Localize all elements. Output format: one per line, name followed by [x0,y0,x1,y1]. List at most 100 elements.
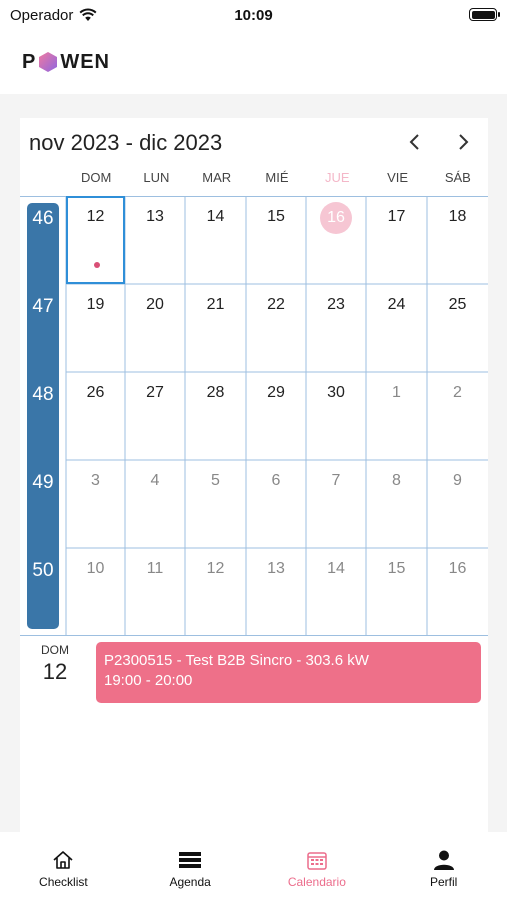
day-number: 15 [387,560,406,577]
weekday-label: MAR [202,170,232,185]
tab-calendario[interactable]: Calendario [254,832,381,900]
event-time: 19:00 - 20:00 [104,672,193,689]
day-cell[interactable]: 14 [185,196,246,284]
event-card[interactable]: P2300515 - Test B2B Sincro - 303.6 kW 19… [96,642,481,703]
agenda-day-name: DOM [41,643,69,657]
day-number: 3 [91,472,100,489]
day-number: 17 [387,208,406,225]
day-cell[interactable]: 9 [427,460,488,548]
day-cell[interactable]: 19 [66,284,125,372]
day-number: 13 [146,208,164,225]
weekday-header: DOM LUN MAR MIÉ JUE VIE SÁB [66,170,488,196]
day-cell[interactable]: 5 [185,460,246,548]
event-title: P2300515 - Test B2B Sincro - 303.6 kW [104,652,369,669]
tab-checklist-label: Checklist [39,875,88,889]
day-cell[interactable]: 13 [125,196,185,284]
day-cell[interactable]: 24 [366,284,427,372]
person-icon [433,850,454,870]
day-number: 9 [453,472,462,489]
tab-perfil[interactable]: Perfil [380,832,507,900]
tab-bar: Checklist Agenda Calendario Perfil [0,832,507,900]
weekday-label: SÁB [444,170,471,185]
day-cell[interactable]: 14 [306,548,366,636]
day-cell[interactable]: 10 [66,548,125,636]
event-indicator-dot [94,262,100,268]
day-cell[interactable]: 27 [125,372,185,460]
day-number: 1 [392,384,401,401]
day-cell[interactable]: 13 [246,548,306,636]
day-cell[interactable]: 15 [246,196,306,284]
tab-calendario-label: Calendario [287,875,346,889]
day-cell[interactable]: 2 [427,372,488,460]
day-cell[interactable]: 22 [246,284,306,372]
day-cell[interactable]: 11 [125,548,185,636]
chevron-left-icon [409,134,419,150]
day-cell[interactable]: 23 [306,284,366,372]
day-cell[interactable]: 4 [125,460,185,548]
previous-period-button[interactable] [403,130,427,154]
day-number: 2 [453,384,462,401]
day-cell[interactable]: 8 [366,460,427,548]
day-cell[interactable]: 3 [66,460,125,548]
tab-perfil-label: Perfil [429,875,458,889]
tab-agenda[interactable]: Agenda [127,832,254,900]
day-cell[interactable]: 17 [366,196,427,284]
day-cell[interactable]: 18 [427,196,488,284]
weekday-label: JUE [324,170,350,185]
agenda-date: DOM 12 [40,643,70,685]
day-cell[interactable]: 6 [246,460,306,548]
day-number: 14 [327,560,345,577]
day-number: 23 [327,296,345,313]
logo-letters-wen: WEN [60,50,111,73]
day-number: 24 [387,296,406,313]
today-day-number: 16 [320,202,352,234]
day-number: 10 [86,560,105,577]
day-number: 19 [86,296,105,313]
day-cell[interactable]: 12 [185,548,246,636]
day-number: 28 [206,384,225,401]
day-cell[interactable]: 21 [185,284,246,372]
battery-icon [469,8,500,21]
day-cell[interactable]: 30 [306,372,366,460]
day-cell[interactable]: 15 [366,548,427,636]
day-cell[interactable]: 16 [427,548,488,636]
hexagon-logo-icon [39,52,58,72]
tab-checklist[interactable]: Checklist [0,832,127,900]
day-number: 27 [146,384,164,401]
chevron-right-icon [459,134,469,150]
day-cell[interactable]: 12 [66,196,125,284]
calendar-range-title: nov 2023 - dic 2023 [29,130,223,155]
day-cell[interactable]: 26 [66,372,125,460]
day-number: 26 [86,384,105,401]
day-number: 13 [267,560,285,577]
day-number: 8 [392,472,401,489]
day-cell[interactable]: 1 [366,372,427,460]
day-number: 12 [86,208,105,225]
day-cell[interactable]: 20 [125,284,185,372]
agenda-day-number: 12 [42,659,68,684]
day-cell[interactable]: 29 [246,372,306,460]
day-cell[interactable]: 16 [306,196,366,284]
day-number: 29 [267,384,285,401]
app-logo: P WEN [22,51,110,74]
day-number: 5 [211,472,220,489]
day-cell[interactable]: 28 [185,372,246,460]
day-number: 11 [146,560,164,577]
weekday-label: VIE [387,170,409,185]
day-number: 14 [206,208,225,225]
day-number: 20 [146,296,164,313]
weekday-label: DOM [80,170,112,185]
weekday-label: MIÉ [265,170,289,185]
day-cell[interactable]: 7 [306,460,366,548]
day-number: 22 [267,296,285,313]
tab-agenda-label: Agenda [169,875,211,889]
day-number: 18 [448,208,467,225]
day-number: 12 [206,560,225,577]
weekday-label: LUN [143,170,170,185]
day-cell[interactable]: 25 [427,284,488,372]
clock: 10:09 [234,6,273,24]
day-number: 21 [206,296,225,313]
day-number: 30 [327,384,345,401]
next-period-button[interactable] [451,130,475,154]
day-number: 15 [267,208,285,225]
